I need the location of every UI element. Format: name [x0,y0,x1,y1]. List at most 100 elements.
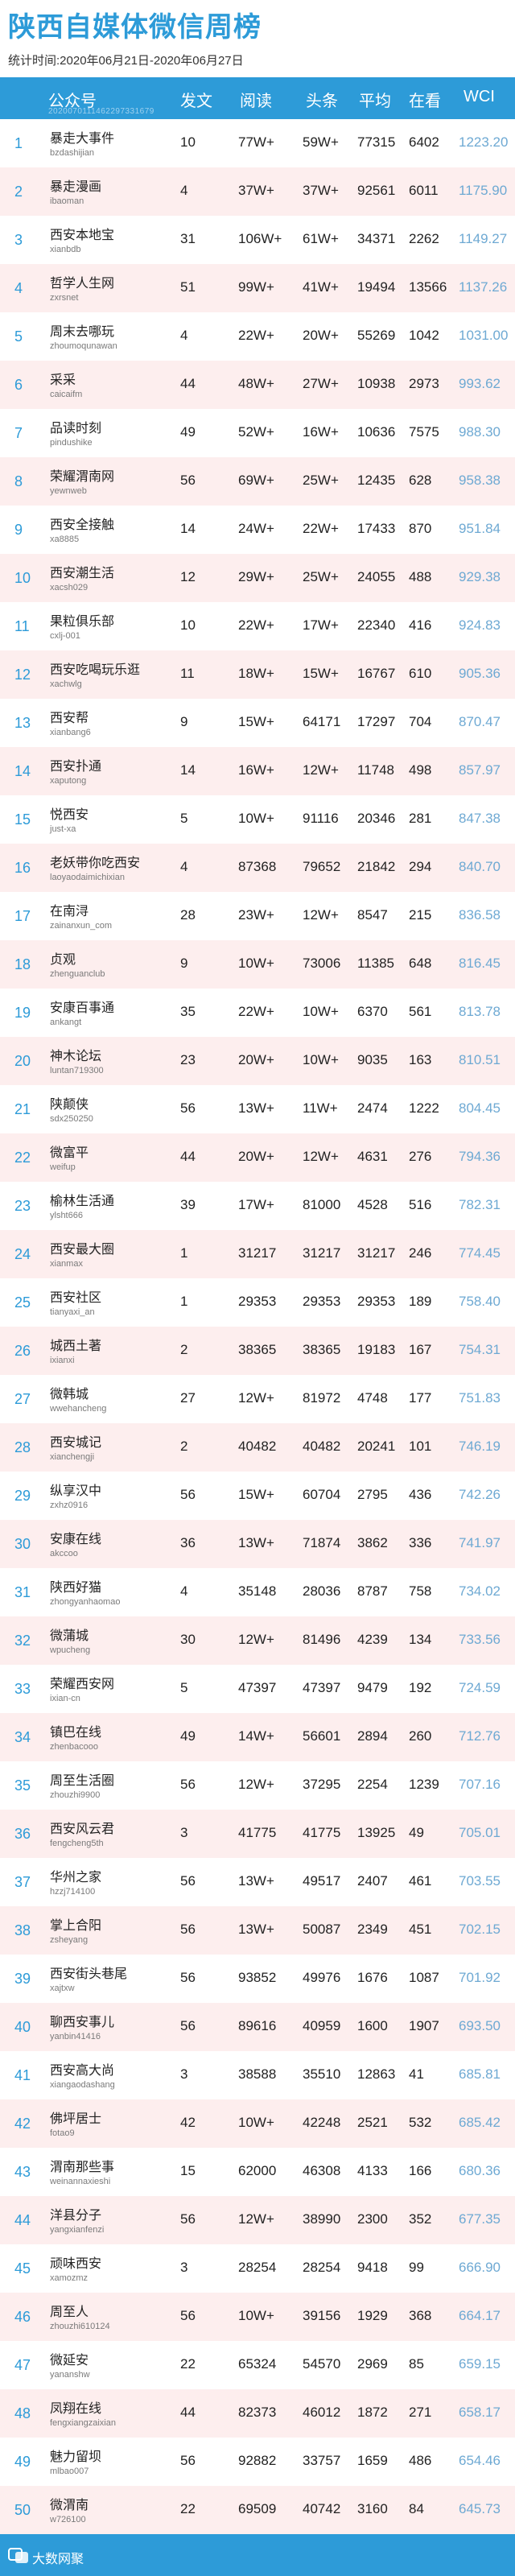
table-row: 30 安康在线 akccoo 36 13W+ 71874 3862 336 741.97 [0,1520,515,1568]
account-name: 老妖带你吃西安 [50,857,141,870]
account-name: 微韩城 [50,1388,89,1402]
row-rank: 47 [14,2357,31,2373]
account-name: 镇巴在线 [50,1726,102,1740]
cell-average: 9479 [357,1680,388,1695]
cell-wci: 758.40 [459,1294,501,1309]
cell-reads: 52W+ [238,424,274,440]
cell-posts: 14 [180,762,196,778]
cell-likes: 1239 [409,1777,439,1792]
row-rank: 35 [14,1777,31,1794]
cell-posts: 44 [180,1149,196,1164]
cell-wci: 754.31 [459,1342,501,1357]
cell-likes: 532 [409,2115,432,2130]
table-row: 40 聊西安事儿 yanbin41416 56 89616 40959 1600 1907 69… [0,2003,515,2051]
cell-likes: 628 [409,473,432,488]
cell-average: 4631 [357,1149,388,1164]
row-rank: 5 [14,328,23,345]
account-name: 聊西安事儿 [50,2016,115,2029]
account-name: 果粒俱乐部 [50,615,115,629]
table-row: 2 暴走漫画 ibaoman 4 37W+ 37W+ 92561 6011 1175.90 [0,167,515,216]
cell-average: 9035 [357,1052,388,1067]
cell-average: 2349 [357,1922,388,1937]
cell-likes: 85 [409,2356,424,2372]
account-id: akccoo [50,1549,78,1558]
cell-headline: 42248 [303,2115,341,2130]
cell-reads: 31217 [238,1245,277,1261]
date-range: 统计时间:2020年06月21日-2020年06月27日 [8,54,244,68]
row-rank: 17 [14,908,31,924]
row-rank: 8 [14,473,23,489]
cell-reads: 22W+ [238,617,274,633]
account-id: weifup [50,1162,76,1172]
cell-reads: 10W+ [238,2115,274,2130]
cell-average: 21842 [357,859,396,874]
cell-wci: 958.38 [459,473,501,488]
cell-reads: 38365 [238,1342,277,1357]
cell-posts: 10 [180,134,196,150]
account-name: 西安街头巷尾 [50,1967,128,1981]
cell-wci: 1223.20 [459,134,509,150]
row-rank: 19 [14,1005,31,1021]
cell-wci: 666.90 [459,2260,501,2275]
cell-likes: 6011 [409,183,439,198]
cell-likes: 758 [409,1583,432,1599]
row-rank: 34 [14,1729,31,1745]
account-name: 荣耀西安网 [50,1678,115,1691]
account-name: 安康在线 [50,1533,102,1546]
cell-headline: 41775 [303,1825,341,1840]
row-rank: 40 [14,2019,31,2035]
account-name: 城西土著 [50,1340,102,1353]
account-id: fengcheng5th [50,1839,104,1848]
cell-average: 2254 [357,1777,388,1792]
cell-headline: 54570 [303,2356,341,2372]
cell-likes: 610 [409,666,432,681]
cell-likes: 101 [409,1439,432,1454]
account-name: 品读时刻 [50,422,102,436]
cell-headline: 73006 [303,956,341,971]
row-rank: 7 [14,425,23,441]
cell-reads: 29W+ [238,569,274,584]
account-id: zhenbacooo [50,1742,98,1752]
table-row: 20 神木论坛 luntan719300 23 20W+ 10W+ 9035 163 810.5… [0,1037,515,1085]
cell-wci: 1175.90 [459,183,508,198]
account-name: 西安本地宝 [50,229,115,242]
account-id: ylsht666 [50,1211,83,1220]
cell-reads: 47397 [238,1680,277,1695]
account-id: xajtxw [50,1984,75,1993]
table-row: 41 西安高大尚 xiangaodashang 3 38588 35510 12863 41 6… [0,2051,515,2099]
row-rank: 45 [14,2260,31,2277]
row-rank: 12 [14,667,31,683]
cell-wci: 742.26 [459,1487,501,1502]
cell-average: 12863 [357,2066,396,2082]
cell-posts: 4 [180,859,188,874]
account-name: 西安社区 [50,1291,102,1305]
table-row: 38 掌上合阳 zsheyang 56 13W+ 50087 2349 451 702.15 [0,1906,515,1955]
cell-reads: 77W+ [238,134,274,150]
table-row: 35 周至生活圈 zhouzhi9900 56 12W+ 37295 2254 1239 707… [0,1761,515,1810]
cell-average: 1676 [357,1970,388,1985]
row-rank: 20 [14,1053,31,1069]
table-row: 19 安康百事通 ankangt 35 22W+ 10W+ 6370 561 813.78 [0,989,515,1037]
cell-average: 3862 [357,1535,388,1550]
table-row: 23 榆林生活通 ylsht666 39 17W+ 81000 4528 516 782.31 [0,1182,515,1230]
cell-average: 24055 [357,569,396,584]
cell-headline: 38365 [303,1342,341,1357]
account-name: 微富平 [50,1146,89,1160]
table-row: 7 品读时刻 pindushike 49 52W+ 16W+ 10636 7575 988.30 [0,409,515,457]
account-name: 魅力留坝 [50,2450,102,2464]
cell-likes: 486 [409,2453,432,2468]
cell-likes: 246 [409,1245,432,1261]
account-id: pindushike [50,438,93,448]
cell-wci: 734.02 [459,1583,501,1599]
cell-reads: 13W+ [238,1873,274,1889]
row-rank: 36 [14,1826,31,1842]
account-id: just-xa [50,824,76,834]
cell-headline: 12W+ [303,907,339,923]
account-id: ibaoman [50,196,84,206]
cell-average: 10938 [357,376,396,391]
cell-headline: 59W+ [303,134,339,150]
cell-average: 19494 [357,279,396,295]
cell-reads: 13W+ [238,1100,274,1116]
table-row: 34 镇巴在线 zhenbacooo 49 14W+ 56601 2894 260 712.76 [0,1713,515,1761]
cell-wci: 988.30 [459,424,501,440]
